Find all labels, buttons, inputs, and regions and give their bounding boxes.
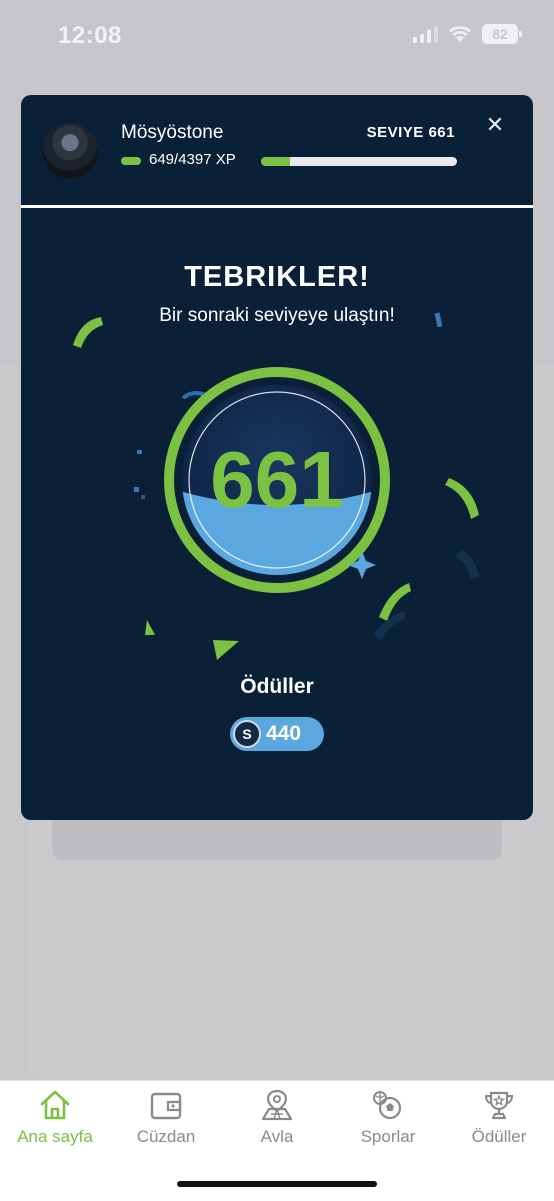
wifi-icon bbox=[448, 25, 472, 43]
battery-icon: 82 bbox=[482, 24, 522, 44]
reward-badge: S 440 bbox=[230, 717, 324, 751]
reward-amount: 440 bbox=[266, 722, 302, 745]
confetti-piece bbox=[73, 317, 103, 348]
confetti-piece bbox=[445, 478, 479, 519]
level-badge: 661 bbox=[73, 312, 479, 660]
level-number: 661 bbox=[210, 435, 343, 524]
map-pin-icon bbox=[261, 1089, 293, 1121]
confetti-piece bbox=[145, 620, 155, 635]
confetti-piece bbox=[213, 640, 239, 660]
tab-hunt[interactable]: Avla bbox=[222, 1087, 332, 1147]
status-icons: 82 bbox=[413, 24, 522, 44]
sports-ball-icon bbox=[373, 1091, 402, 1120]
tab-label: Ana sayfa bbox=[17, 1127, 93, 1146]
confetti-piece bbox=[455, 550, 479, 579]
level-up-modal: Mösyöstone 649/4397 XP SEVIYE 661 ✕ TEBR… bbox=[21, 95, 533, 820]
tab-sports[interactable]: Sporlar bbox=[333, 1087, 443, 1147]
coin-icon: S bbox=[233, 720, 261, 748]
home-icon bbox=[40, 1090, 70, 1120]
wallet-icon bbox=[150, 1092, 182, 1120]
status-time: 12:08 bbox=[58, 22, 122, 49]
home-indicator bbox=[177, 1181, 377, 1187]
tab-label: Sporlar bbox=[360, 1127, 416, 1146]
tab-home[interactable]: Ana sayfa bbox=[0, 1087, 110, 1147]
confetti-piece bbox=[137, 450, 142, 454]
confetti-piece bbox=[134, 487, 139, 492]
status-bar: 12:08 82 bbox=[0, 0, 554, 70]
tab-rewards[interactable]: Ödüller bbox=[444, 1087, 554, 1147]
confetti-piece bbox=[434, 312, 443, 328]
rewards-title: Ödüller bbox=[240, 675, 314, 698]
tab-label: Avla bbox=[260, 1127, 294, 1146]
trophy-icon bbox=[484, 1091, 514, 1120]
tab-label: Cüzdan bbox=[136, 1127, 196, 1146]
signal-icon bbox=[413, 25, 438, 43]
confetti-piece bbox=[141, 495, 145, 499]
tab-label: Ödüller bbox=[471, 1127, 527, 1146]
tab-wallet[interactable]: Cüzdan bbox=[111, 1087, 221, 1147]
